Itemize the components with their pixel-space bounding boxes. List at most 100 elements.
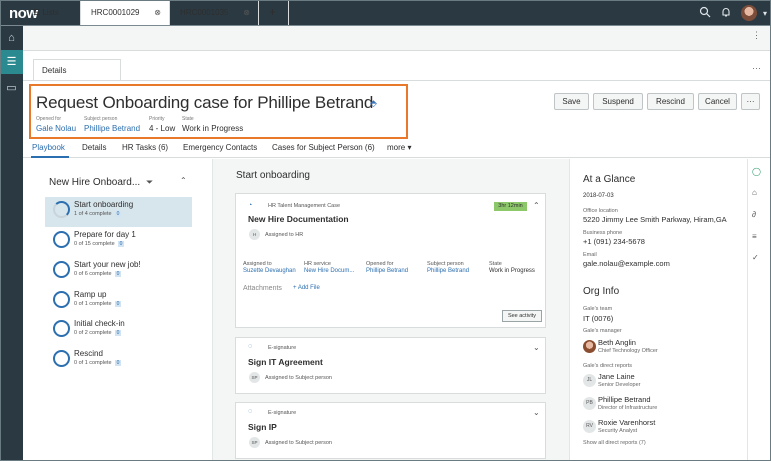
- subject-person-link[interactable]: Phillipe Betrand: [427, 268, 469, 274]
- paperclip-icon[interactable]: ∂: [752, 210, 756, 219]
- report-link[interactable]: Jane Laine: [598, 372, 635, 381]
- step-progress-text: 0 of 2 complete: [74, 330, 112, 336]
- graduation-cap-icon[interactable]: ⌂: [752, 188, 757, 197]
- step-badge: 0: [114, 330, 122, 336]
- playbook-step[interactable]: Ramp up 0 of 1 complete 0: [45, 287, 192, 317]
- subject-person-link[interactable]: Phillipe Betrand: [84, 124, 140, 133]
- lines-icon[interactable]: ≡: [752, 232, 757, 241]
- step-progress: 1 of 4 complete 0: [74, 211, 122, 217]
- more-actions-button[interactable]: ···: [741, 93, 760, 110]
- more-options-icon[interactable]: ···: [752, 63, 761, 73]
- step-name: Prepare for day 1: [74, 230, 136, 239]
- list-icon[interactable]: ☰: [0, 50, 23, 74]
- playbook-step[interactable]: Initial check-in 0 of 2 complete 0: [45, 316, 192, 346]
- close-tab-icon[interactable]: ⊗: [243, 0, 250, 25]
- home-icon[interactable]: ⌂: [0, 26, 23, 50]
- playbook-step[interactable]: Start your new job! 0 of 6 complete 0: [45, 257, 192, 287]
- team-value: IT (0076): [583, 314, 614, 323]
- filter-icon[interactable]: ⏷: [146, 177, 153, 188]
- chevron-down-icon[interactable]: ⌄: [533, 343, 540, 352]
- hr-service-link[interactable]: New Hire Docum...: [304, 268, 354, 274]
- step-name: Start your new job!: [74, 260, 141, 269]
- playbook-step[interactable]: Start onboarding 1 of 4 complete 0: [45, 197, 192, 227]
- opened-for-link[interactable]: Gale Nolau: [36, 124, 76, 133]
- show-all-reports-link[interactable]: Show all direct reports (7): [583, 440, 646, 446]
- workspace-tab-bar: [23, 26, 771, 51]
- assigned-to-link[interactable]: Suzette Devaughan: [243, 268, 296, 274]
- task-title[interactable]: Sign IT Agreement: [248, 357, 323, 367]
- assigned-to-label: Assigned to: [243, 261, 272, 267]
- glance-title: At a Glance: [583, 174, 636, 185]
- tab-cases-subject-person[interactable]: Cases for Subject Person (6): [272, 143, 375, 152]
- add-file-link[interactable]: + Add File: [293, 285, 320, 291]
- save-button[interactable]: Save: [554, 93, 589, 110]
- report-link[interactable]: Roxie Varenhorst: [598, 418, 655, 427]
- org-info-title: Org Info: [583, 286, 620, 297]
- task-title[interactable]: New Hire Documentation: [248, 214, 349, 224]
- step-name: Initial check-in: [74, 319, 125, 328]
- sla-timer-badge: 3hr 12min: [494, 202, 527, 211]
- checkmark-icon[interactable]: ✓: [752, 253, 759, 262]
- chevron-up-icon[interactable]: ⌃: [180, 176, 187, 185]
- progress-ring-icon: [53, 261, 70, 278]
- state-label: State: [182, 116, 194, 122]
- tab-hr-tasks[interactable]: HR Tasks (6): [122, 143, 168, 152]
- assignee-avatar: SP: [249, 372, 260, 383]
- manager-avatar: [583, 340, 596, 353]
- hr-service-label: HR service: [304, 261, 331, 267]
- tab-hrc0001029[interactable]: HRC0001029 ⊗: [81, 0, 170, 25]
- report-link[interactable]: Phillipe Betrand: [598, 395, 651, 404]
- tag-icon[interactable]: ⬘: [370, 98, 377, 109]
- status-ring-icon: ◌: [248, 343, 253, 350]
- rescind-button[interactable]: Rescind: [647, 93, 694, 110]
- manager-role: Chief Technology Officer: [598, 348, 658, 354]
- close-tab-icon[interactable]: ⊗: [154, 0, 161, 25]
- state-value: Work in Progress: [489, 268, 535, 274]
- tab-emergency-contacts[interactable]: Emergency Contacts: [183, 143, 257, 152]
- see-activity-button[interactable]: See activity: [502, 310, 542, 322]
- manager-label: Gale's manager: [583, 328, 622, 334]
- task-type: HR Talent Management Case: [268, 203, 341, 209]
- report-avatar: PB: [583, 397, 596, 410]
- priority-value: 4 - Low: [149, 124, 176, 133]
- chevron-up-icon[interactable]: ⌃: [533, 201, 540, 210]
- playbook-step[interactable]: Rescind 0 of 1 complete 0: [45, 346, 192, 376]
- email-link[interactable]: gale.nolau@example.com: [583, 259, 670, 268]
- tab-details[interactable]: Details: [82, 143, 106, 152]
- opened-for-label: Opened for: [36, 116, 62, 122]
- playbook-step[interactable]: Prepare for day 1 0 of 15 complete 0: [45, 227, 192, 257]
- task-type: E-signature: [268, 410, 297, 416]
- chevron-down-icon[interactable]: ⌄: [533, 408, 540, 417]
- tab-hrc0001035[interactable]: HRC0001035 ⊗: [170, 0, 259, 25]
- add-tab-button[interactable]: +: [259, 0, 289, 25]
- stage-title: Start onboarding: [236, 170, 310, 181]
- step-badge: 0: [114, 211, 122, 217]
- user-avatar[interactable]: [741, 5, 757, 21]
- tab-more[interactable]: more ▾: [387, 143, 411, 152]
- inbox-icon[interactable]: ▭: [0, 76, 23, 100]
- suspend-button[interactable]: Suspend: [593, 93, 643, 110]
- bell-icon[interactable]: [718, 6, 734, 22]
- phone-label: Business phone: [583, 230, 623, 236]
- right-sidebar: [747, 159, 771, 461]
- info-circle-icon[interactable]: ◯: [752, 167, 761, 176]
- manager-link[interactable]: Beth Anglin: [598, 338, 636, 347]
- task-title[interactable]: Sign IP: [248, 422, 277, 432]
- chevron-down-icon[interactable]: ▾: [757, 6, 771, 22]
- step-badge: 0: [114, 360, 122, 366]
- more-options-icon[interactable]: ⋮: [752, 30, 761, 41]
- details-subtab[interactable]: Details: [33, 59, 121, 81]
- report-role: Director of Infrastructure: [598, 405, 658, 411]
- lists-tab-label: Lists: [42, 8, 59, 17]
- lists-tab[interactable]: ☰ Lists: [23, 0, 81, 25]
- step-progress-text: 0 of 15 complete: [74, 241, 115, 247]
- step-progress-text: 0 of 1 complete: [74, 301, 112, 307]
- step-progress-text: 1 of 4 complete: [74, 211, 112, 217]
- opened-for-link[interactable]: Phillipe Betrand: [366, 268, 408, 274]
- assignee-avatar: SP: [249, 437, 260, 448]
- left-navigation: ⌂ ☰ ▭: [0, 26, 23, 461]
- progress-ring-icon: [53, 231, 70, 248]
- search-icon[interactable]: [697, 6, 713, 22]
- tab-playbook[interactable]: Playbook: [32, 143, 65, 152]
- cancel-button[interactable]: Cancel: [698, 93, 737, 110]
